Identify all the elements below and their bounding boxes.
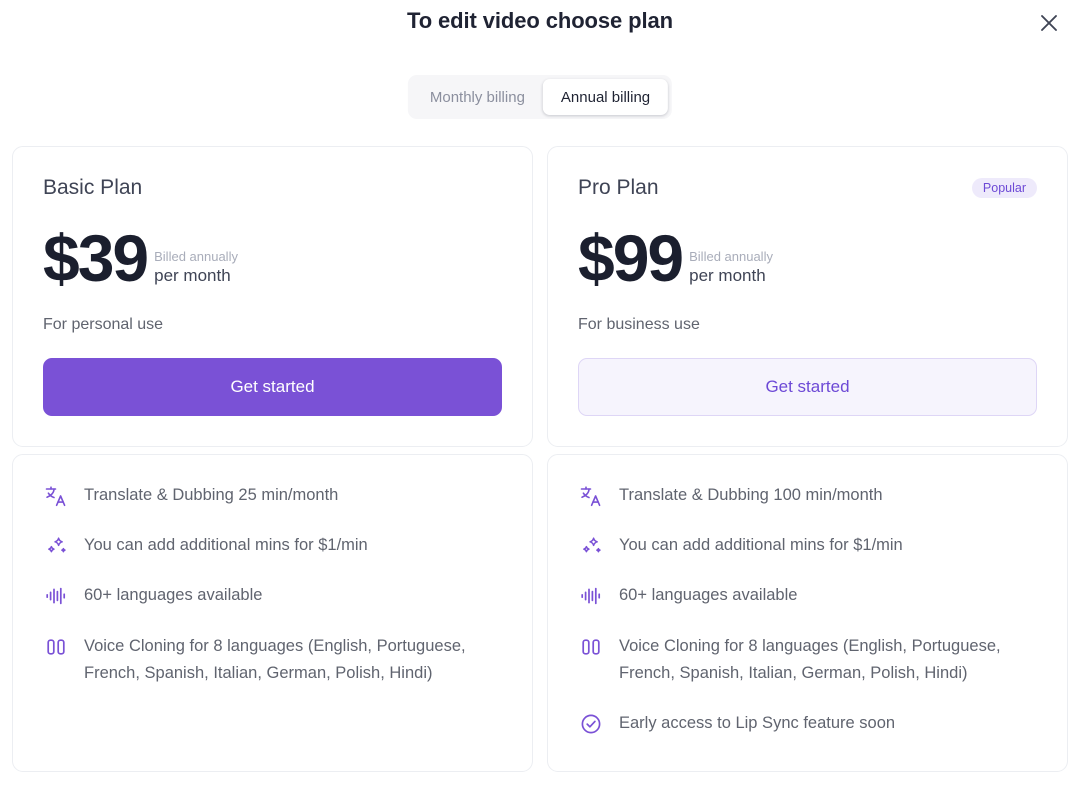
feature-label: You can add additional mins for $1/min — [84, 532, 368, 559]
plan-description: For personal use — [43, 316, 502, 334]
list-item: You can add additional mins for $1/min — [43, 532, 502, 559]
price-block-basic: $39 Billed annually per month — [43, 223, 502, 289]
billing-option-annual[interactable]: Annual billing — [543, 79, 668, 115]
list-item: 60+ languages available — [578, 582, 1037, 609]
list-item: Translate & Dubbing 25 min/month — [43, 482, 502, 509]
feature-label: 60+ languages available — [619, 582, 797, 609]
list-item: Voice Cloning for 8 languages (English, … — [43, 633, 502, 687]
plan-price: $99 — [578, 228, 682, 289]
list-item: You can add additional mins for $1/min — [578, 532, 1037, 559]
page-title: To edit video choose plan — [0, 8, 1080, 34]
plan-card-pro: Pro Plan Popular $99 Billed annually per… — [547, 146, 1068, 772]
check-circle-icon — [578, 711, 604, 737]
close-icon — [1037, 11, 1061, 35]
plan-name: Basic Plan — [43, 176, 142, 200]
list-item: 60+ languages available — [43, 582, 502, 609]
price-block-pro: $99 Billed annually per month — [578, 223, 1037, 289]
plan-price: $39 — [43, 228, 147, 289]
plan-list: Basic Plan $39 Billed annually per month… — [12, 146, 1068, 772]
billing-option-monthly[interactable]: Monthly billing — [412, 79, 543, 115]
billed-note: Billed annually — [689, 249, 773, 265]
close-button[interactable] — [1032, 6, 1066, 40]
status-badge: Popular — [972, 178, 1037, 199]
waveform-icon — [43, 583, 69, 609]
plan-summary-basic: Basic Plan $39 Billed annually per month… — [12, 146, 533, 447]
pricing-modal: To edit video choose plan Monthly billin… — [0, 0, 1080, 798]
feature-label: Early access to Lip Sync feature soon — [619, 710, 895, 737]
feature-label: Voice Cloning for 8 languages (English, … — [84, 633, 502, 687]
feature-label: Translate & Dubbing 100 min/month — [619, 482, 883, 509]
voice-cloning-icon — [43, 634, 69, 660]
sparkles-icon — [578, 533, 604, 559]
translate-icon — [578, 483, 604, 509]
plan-card-basic: Basic Plan $39 Billed annually per month… — [12, 146, 533, 772]
billing-period-label: per month — [154, 265, 238, 286]
billing-period-label: per month — [689, 265, 773, 286]
plan-name: Pro Plan — [578, 176, 659, 200]
list-item: Early access to Lip Sync feature soon — [578, 710, 1037, 737]
feature-label: Translate & Dubbing 25 min/month — [84, 482, 338, 509]
feature-label: 60+ languages available — [84, 582, 262, 609]
price-meta: Billed annually per month — [689, 249, 773, 290]
get-started-button-pro[interactable]: Get started — [578, 358, 1037, 416]
price-meta: Billed annually per month — [154, 249, 238, 290]
sparkles-icon — [43, 533, 69, 559]
get-started-button-basic[interactable]: Get started — [43, 358, 502, 416]
plan-header-basic: Basic Plan — [43, 175, 502, 201]
translate-icon — [43, 483, 69, 509]
plan-header-pro: Pro Plan Popular — [578, 175, 1037, 201]
voice-cloning-icon — [578, 634, 604, 660]
waveform-icon — [578, 583, 604, 609]
feature-label: You can add additional mins for $1/min — [619, 532, 903, 559]
plan-features-pro: Translate & Dubbing 100 min/month You ca… — [547, 454, 1068, 772]
billing-period-toggle[interactable]: Monthly billing Annual billing — [408, 75, 672, 119]
plan-description: For business use — [578, 316, 1037, 334]
list-item: Translate & Dubbing 100 min/month — [578, 482, 1037, 509]
list-item: Voice Cloning for 8 languages (English, … — [578, 633, 1037, 687]
plan-summary-pro: Pro Plan Popular $99 Billed annually per… — [547, 146, 1068, 447]
billed-note: Billed annually — [154, 249, 238, 265]
feature-label: Voice Cloning for 8 languages (English, … — [619, 633, 1037, 687]
plan-features-basic: Translate & Dubbing 25 min/month You can… — [12, 454, 533, 772]
